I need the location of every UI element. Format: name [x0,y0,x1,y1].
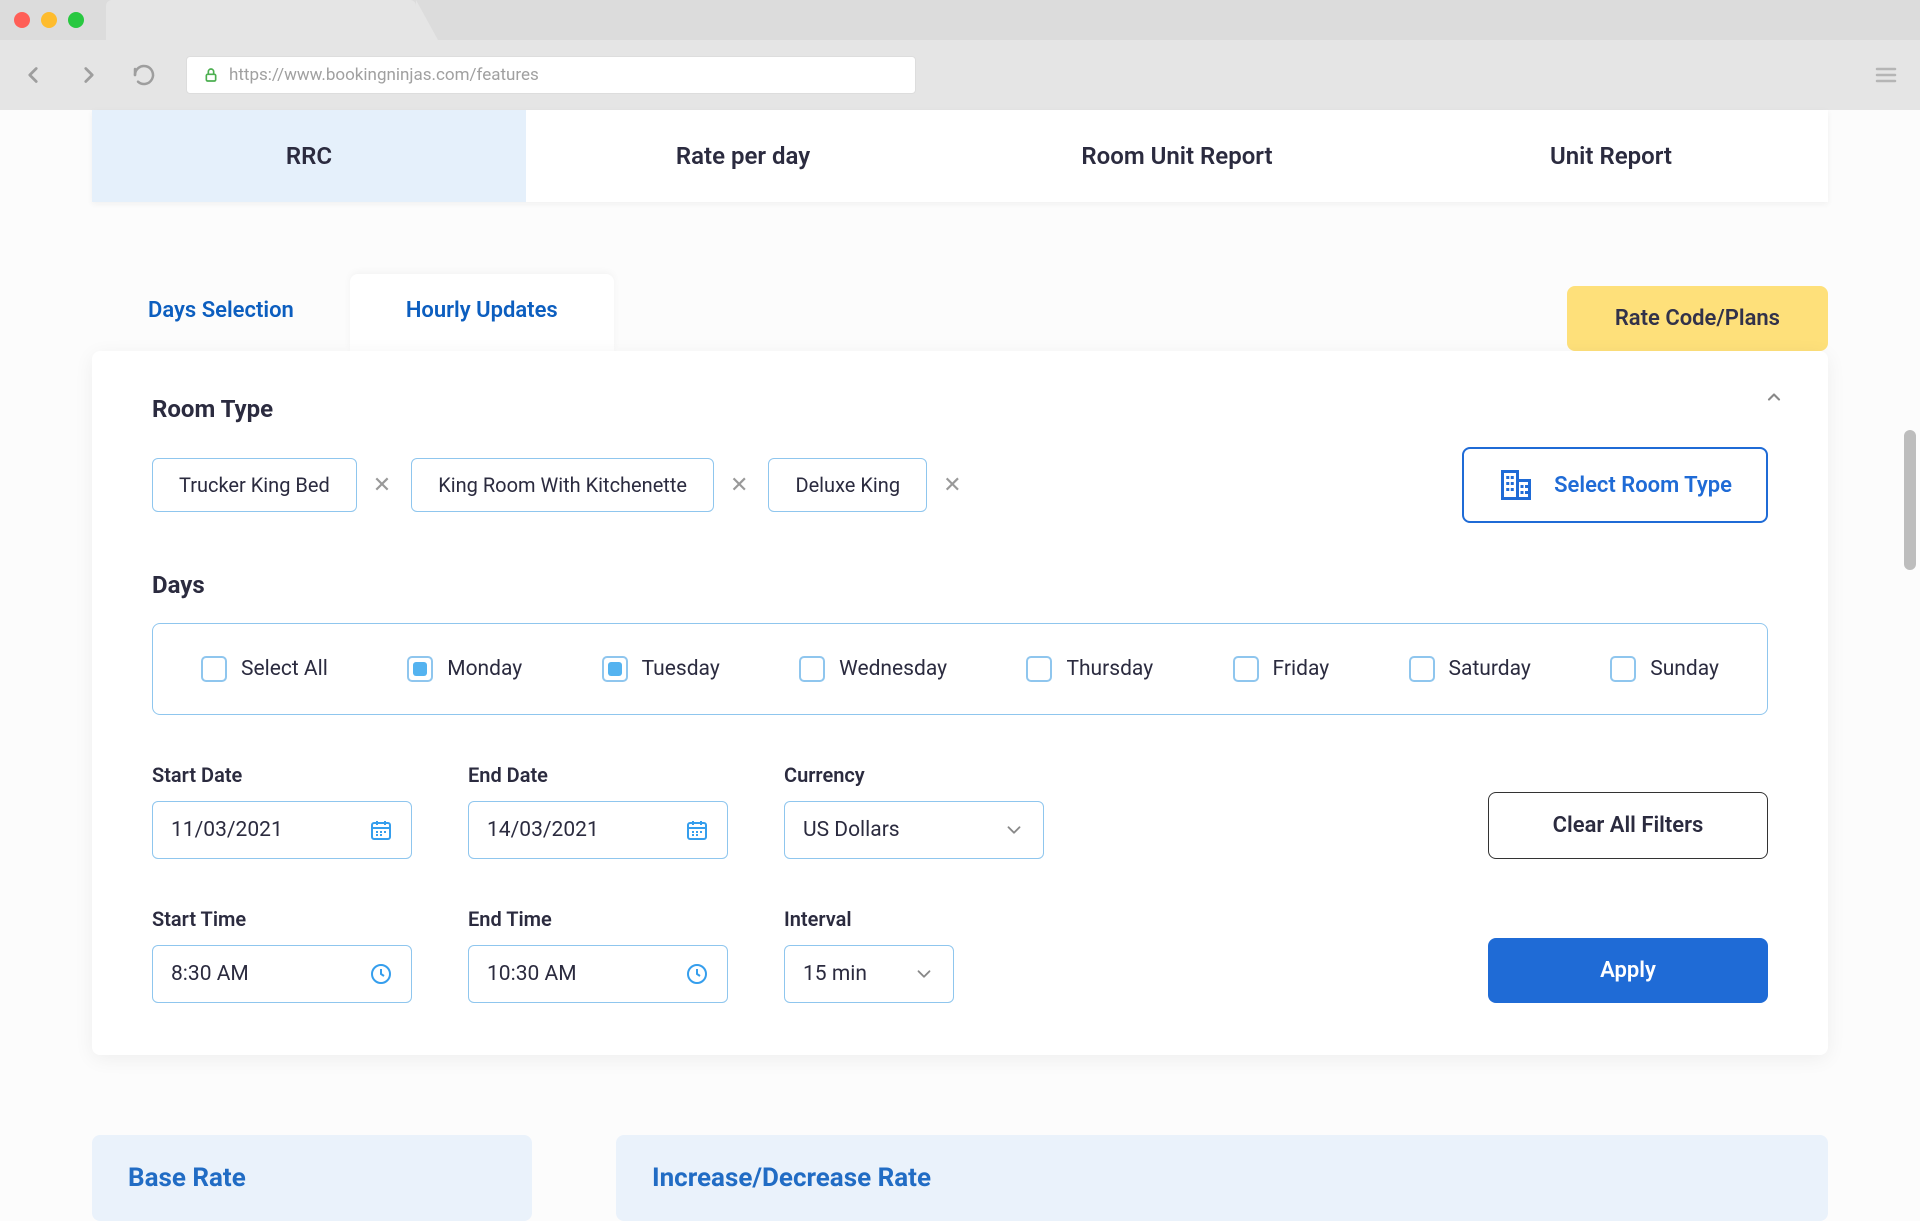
lock-icon [203,66,219,84]
day-label: Wednesday [839,657,947,681]
currency-label: Currency [784,763,1044,787]
start-time-input[interactable]: 8:30 AM [152,945,412,1003]
base-rate-card[interactable]: Base Rate [92,1135,532,1221]
rate-code-plans-button[interactable]: Rate Code/Plans [1567,286,1828,351]
start-date-value: 11/03/2021 [171,818,283,842]
days-title: Days [152,571,1768,599]
base-rate-title: Base Rate [128,1163,496,1193]
interval-label: Interval [784,907,1044,931]
sub-section: Days Selection Hourly Updates Rate Code/… [92,274,1828,1055]
collapse-icon[interactable] [1760,387,1788,407]
select-all-label: Select All [241,657,328,681]
end-date-input[interactable]: 14/03/2021 [468,801,728,859]
day-label: Monday [447,657,522,681]
interval-select[interactable]: 15 min [784,945,954,1003]
room-type-chip[interactable]: Trucker King Bed [152,458,357,512]
currency-select[interactable]: US Dollars [784,801,1044,859]
window-minimize-icon[interactable] [41,12,57,28]
increase-decrease-title: Increase/Decrease Rate [652,1163,1792,1193]
filter-card: Room Type Trucker King Bed ✕ King Room W… [92,351,1828,1055]
main-tabs: RRC Rate per day Room Unit Report Unit R… [92,110,1828,202]
day-label: Tuesday [642,657,720,681]
day-checkbox-saturday[interactable] [1409,656,1435,682]
window-close-icon[interactable] [14,12,30,28]
tab-room-unit-report[interactable]: Room Unit Report [960,110,1394,202]
remove-chip-icon[interactable]: ✕ [939,473,965,498]
chevron-down-icon [913,963,935,985]
end-date-value: 14/03/2021 [487,818,599,842]
tab-days-selection[interactable]: Days Selection [92,274,350,351]
back-icon[interactable] [20,62,46,88]
scrollbar-thumb[interactable] [1904,430,1916,570]
room-type-title: Room Type [152,395,1768,423]
building-icon [1498,467,1534,503]
browser-chrome: https://www.bookingninjas.com/features [0,0,1920,110]
filters-grid: Start Date 11/03/2021 End Date 14/03/202… [152,763,1768,1003]
remove-chip-icon[interactable]: ✕ [369,473,395,498]
day-checkbox-wednesday[interactable] [799,656,825,682]
interval-value: 15 min [803,962,867,986]
select-room-type-label: Select Room Type [1554,473,1732,498]
browser-tab[interactable] [106,0,416,40]
day-checkbox-monday[interactable] [407,656,433,682]
browser-toolbar: https://www.bookingninjas.com/features [0,40,1920,110]
calendar-icon [685,818,709,842]
forward-icon[interactable] [76,62,102,88]
chevron-down-icon [1003,819,1025,841]
tab-unit-report[interactable]: Unit Report [1394,110,1828,202]
traffic-lights [14,12,84,28]
clear-filters-button[interactable]: Clear All Filters [1488,792,1768,859]
end-time-input[interactable]: 10:30 AM [468,945,728,1003]
calendar-icon [369,818,393,842]
day-checkbox-friday[interactable] [1233,656,1259,682]
url-bar[interactable]: https://www.bookingninjas.com/features [186,56,916,94]
days-box: Select All Monday Tuesday Wednesday Thur… [152,623,1768,715]
tab-strip [0,0,1920,40]
select-room-type-button[interactable]: Select Room Type [1462,447,1768,523]
end-time-value: 10:30 AM [487,962,577,986]
start-date-label: Start Date [152,763,412,787]
day-checkbox-tuesday[interactable] [602,656,628,682]
clock-icon [685,962,709,986]
room-type-chip[interactable]: King Room With Kitchenette [411,458,714,512]
currency-value: US Dollars [803,818,900,842]
reload-icon[interactable] [132,63,156,87]
tab-rrc[interactable]: RRC [92,110,526,202]
start-time-value: 8:30 AM [171,962,249,986]
increase-decrease-card[interactable]: Increase/Decrease Rate [616,1135,1828,1221]
select-all-checkbox[interactable] [201,656,227,682]
bottom-cards: Base Rate Increase/Decrease Rate [92,1135,1828,1221]
menu-icon[interactable] [1872,63,1900,87]
day-label: Sunday [1650,657,1719,681]
start-time-label: Start Time [152,907,412,931]
apply-button[interactable]: Apply [1488,938,1768,1003]
end-time-label: End Time [468,907,728,931]
day-label: Saturday [1449,657,1531,681]
day-label: Thursday [1066,657,1153,681]
clock-icon [369,962,393,986]
start-date-input[interactable]: 11/03/2021 [152,801,412,859]
tab-hourly-updates[interactable]: Hourly Updates [350,274,614,351]
remove-chip-icon[interactable]: ✕ [726,473,752,498]
tab-rate-per-day[interactable]: Rate per day [526,110,960,202]
day-label: Friday [1273,657,1330,681]
window-maximize-icon[interactable] [68,12,84,28]
day-checkbox-thursday[interactable] [1026,656,1052,682]
url-text: https://www.bookingninjas.com/features [229,65,539,85]
day-checkbox-sunday[interactable] [1610,656,1636,682]
sub-tabs: Days Selection Hourly Updates [92,274,614,351]
room-type-row: Trucker King Bed ✕ King Room With Kitche… [152,447,1768,523]
end-date-label: End Date [468,763,728,787]
page-viewport: RRC Rate per day Room Unit Report Unit R… [0,110,1920,1221]
room-type-chip[interactable]: Deluxe King [768,458,927,512]
